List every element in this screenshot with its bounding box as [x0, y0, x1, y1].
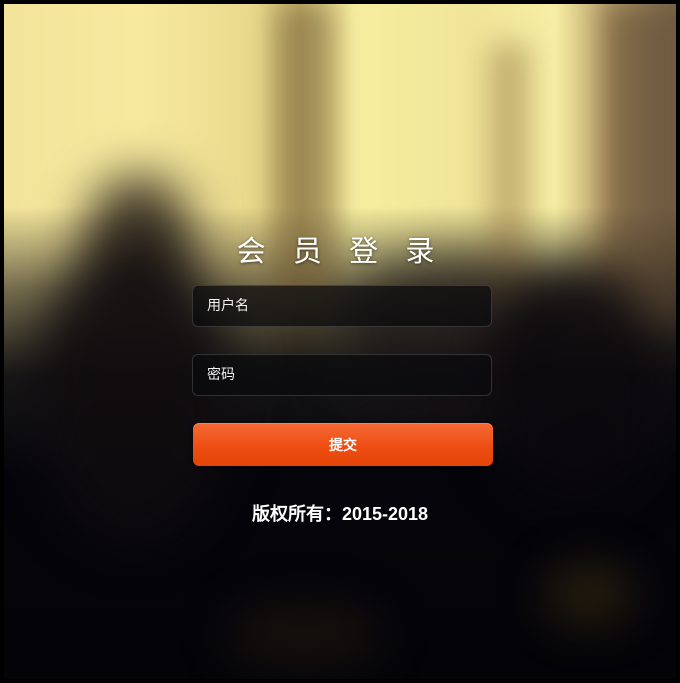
- submit-button[interactable]: 提交: [193, 423, 493, 466]
- login-page: 会 员 登 录 提交 版权所有：2015-2018: [0, 0, 680, 683]
- copyright-text: 版权所有：2015-2018: [251, 504, 429, 524]
- username-input[interactable]: [192, 285, 492, 327]
- login-title: 会 员 登 录: [236, 234, 444, 268]
- blurred-background-image: [4, 4, 676, 679]
- password-input[interactable]: [192, 354, 492, 396]
